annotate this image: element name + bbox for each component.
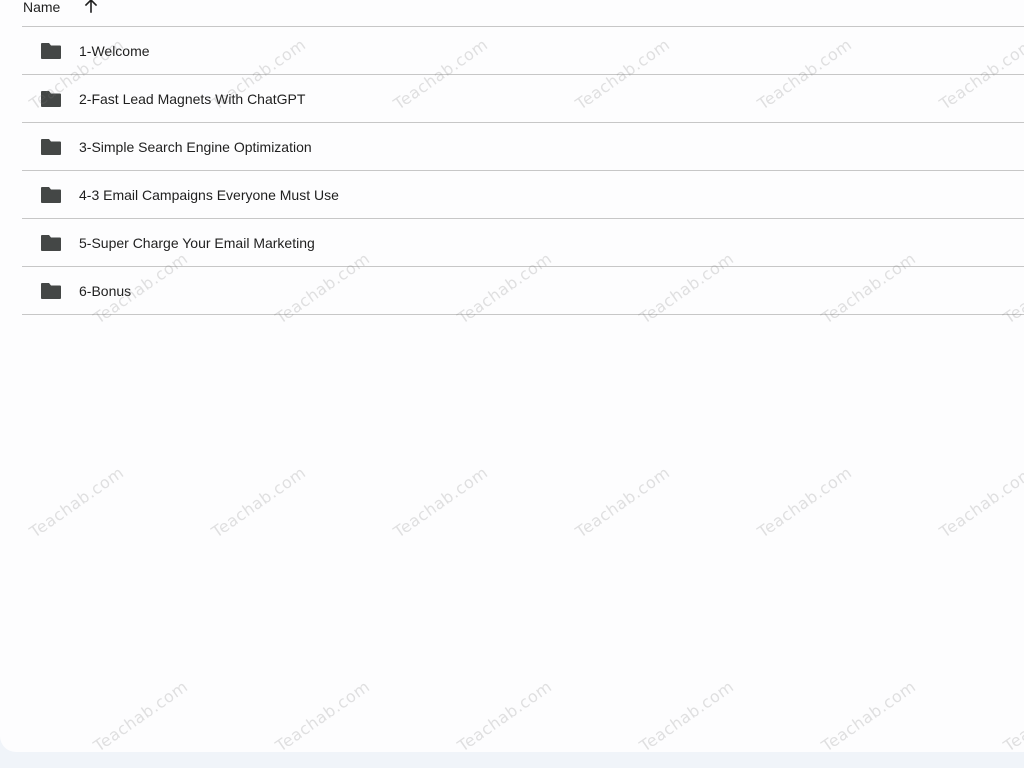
file-list: 1-Welcome 2-Fast Lead Magnets With ChatG… [22,27,1024,315]
folder-icon [41,187,61,203]
folder-icon [41,43,61,59]
list-header: Name [22,0,1024,27]
folder-icon [41,91,61,107]
file-name: 4-3 Email Campaigns Everyone Must Use [79,187,339,203]
file-name: 5-Super Charge Your Email Marketing [79,235,315,251]
list-item[interactable]: 6-Bonus [22,267,1024,315]
file-name: 2-Fast Lead Magnets With ChatGPT [79,91,306,107]
file-name: 1-Welcome [79,43,150,59]
list-item[interactable]: 1-Welcome [22,27,1024,75]
list-item[interactable]: 2-Fast Lead Magnets With ChatGPT [22,75,1024,123]
arrow-up-icon[interactable] [83,0,99,14]
name-column-header[interactable]: Name [23,0,60,14]
file-name: 6-Bonus [79,283,132,299]
folder-icon [41,139,61,155]
drive-file-list-page: Name 1-Welcome 2-Fast Lead Magnets With … [0,0,1024,768]
folder-icon [41,283,61,299]
list-item[interactable]: 3-Simple Search Engine Optimization [22,123,1024,171]
folder-icon [41,235,61,251]
file-list-panel: Name 1-Welcome 2-Fast Lead Magnets With … [0,0,1024,752]
list-item[interactable]: 4-3 Email Campaigns Everyone Must Use [22,171,1024,219]
list-item[interactable]: 5-Super Charge Your Email Marketing [22,219,1024,267]
file-name: 3-Simple Search Engine Optimization [79,139,312,155]
